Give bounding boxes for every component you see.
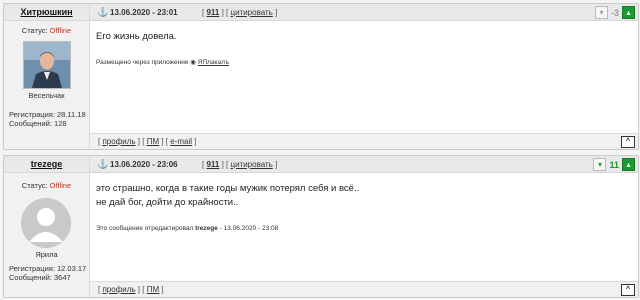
rank: Весельчак [28, 91, 65, 100]
quote-link[interactable]: цитировать [230, 160, 272, 169]
post-body: Его жизнь довела. [96, 30, 630, 44]
edit-note-user: trezege [195, 225, 218, 232]
avatar [23, 41, 71, 89]
app-icon: ◉ [190, 59, 196, 66]
status-value: Offline [49, 26, 72, 35]
edit-note-text: Это сообщение отредактировал [96, 225, 194, 232]
author-panel: Хитрюшкин Статус: Offline Весельчак Реги… [4, 4, 90, 149]
post-text-line: это страшно, когда в такие годы мужик по… [96, 183, 360, 194]
profile-link[interactable]: профиль [102, 285, 135, 294]
status-value: Offline [49, 181, 72, 190]
author-panel: trezege Статус: Offline Ярила Регистраци… [4, 156, 90, 297]
status-line: Статус: Offline [4, 181, 89, 190]
vote-up-icon[interactable]: ▴ [622, 6, 635, 19]
registration-date: Регистрация: 12.03.17 [9, 264, 87, 273]
post-footer: [ профиль ] [ ПМ ] [ e-mail ] ^ [90, 133, 638, 149]
default-avatar-icon [21, 198, 71, 248]
footer-links: [ профиль ] [ ПМ ] [98, 285, 164, 294]
avatar [21, 198, 71, 248]
post-footer: [ профиль ] [ ПМ ] ^ [90, 281, 638, 297]
scroll-up-icon[interactable]: ^ [621, 136, 635, 148]
status-line: Статус: Offline [4, 26, 89, 35]
edit-note: Это сообщение отредактировал trezege - 1… [96, 225, 278, 232]
author-header: trezege [4, 156, 89, 173]
post-links: [ 911 ] [ цитировать ] [202, 8, 278, 17]
registration-date: Регистрация: 28.11.18 [9, 110, 86, 119]
post-number-link[interactable]: 911 [206, 160, 219, 169]
post-text-line: не дай бог, дойти до крайности.. [96, 197, 239, 208]
scroll-up-icon[interactable]: ^ [621, 284, 635, 296]
post: trezege Статус: Offline Ярила Регистраци… [3, 155, 639, 298]
vote-down-icon[interactable]: ▾ [594, 6, 608, 19]
app-link[interactable]: ЯПлакалъ [198, 59, 229, 66]
message-count: Сообщений: 128 [9, 119, 67, 128]
anchor-icon[interactable]: ⚓ [97, 159, 108, 170]
author-name[interactable]: trezege [31, 159, 63, 169]
post-header: ⚓ 13.06.2020 - 23:01 [ 911 ] [ цитироват… [90, 4, 638, 21]
message-count: Сообщений: 3647 [9, 273, 71, 282]
post-date: 13.06.2020 - 23:06 [110, 160, 178, 169]
post-date: 13.06.2020 - 23:01 [110, 8, 178, 17]
post-body: это страшно, когда в такие годы мужик по… [96, 182, 630, 210]
avatar-photo [24, 42, 70, 88]
rating: ▾ -3 ▴ [594, 6, 635, 19]
vote-down-icon[interactable]: ▾ [593, 158, 607, 171]
quote-link[interactable]: цитировать [230, 8, 272, 17]
post-header: ⚓ 13.06.2020 - 23:06 [ 911 ] [ цитироват… [90, 156, 638, 173]
post-number-link[interactable]: 911 [206, 8, 219, 17]
pm-link[interactable]: ПМ [147, 137, 159, 146]
rating-value: -3 [610, 7, 619, 18]
author-header: Хитрюшкин [4, 4, 89, 21]
profile-link[interactable]: профиль [102, 137, 135, 146]
rank: Ярила [35, 250, 58, 259]
status-label: Статус: [21, 26, 48, 35]
post-links: [ 911 ] [ цитировать ] [202, 160, 278, 169]
app-note-text: Размещено через приложение [96, 59, 189, 66]
email-link[interactable]: e-mail [170, 137, 192, 146]
rating: ▾ 11 ▴ [593, 158, 635, 171]
rating-value: 11 [609, 159, 619, 170]
post: Хитрюшкин Статус: Offline Весельчак Реги… [3, 3, 639, 150]
status-label: Статус: [21, 181, 48, 190]
vote-up-icon[interactable]: ▴ [622, 158, 635, 171]
footer-links: [ профиль ] [ ПМ ] [ e-mail ] [98, 137, 197, 146]
anchor-icon[interactable]: ⚓ [97, 7, 108, 18]
author-name[interactable]: Хитрюшкин [20, 7, 72, 17]
pm-link[interactable]: ПМ [147, 285, 159, 294]
post-text-line: Его жизнь довела. [96, 31, 177, 42]
edit-note-time: - 13.06.2020 - 23:08 [219, 225, 279, 232]
app-note: Размещено через приложение ◉ ЯПлакалъ [96, 58, 229, 66]
